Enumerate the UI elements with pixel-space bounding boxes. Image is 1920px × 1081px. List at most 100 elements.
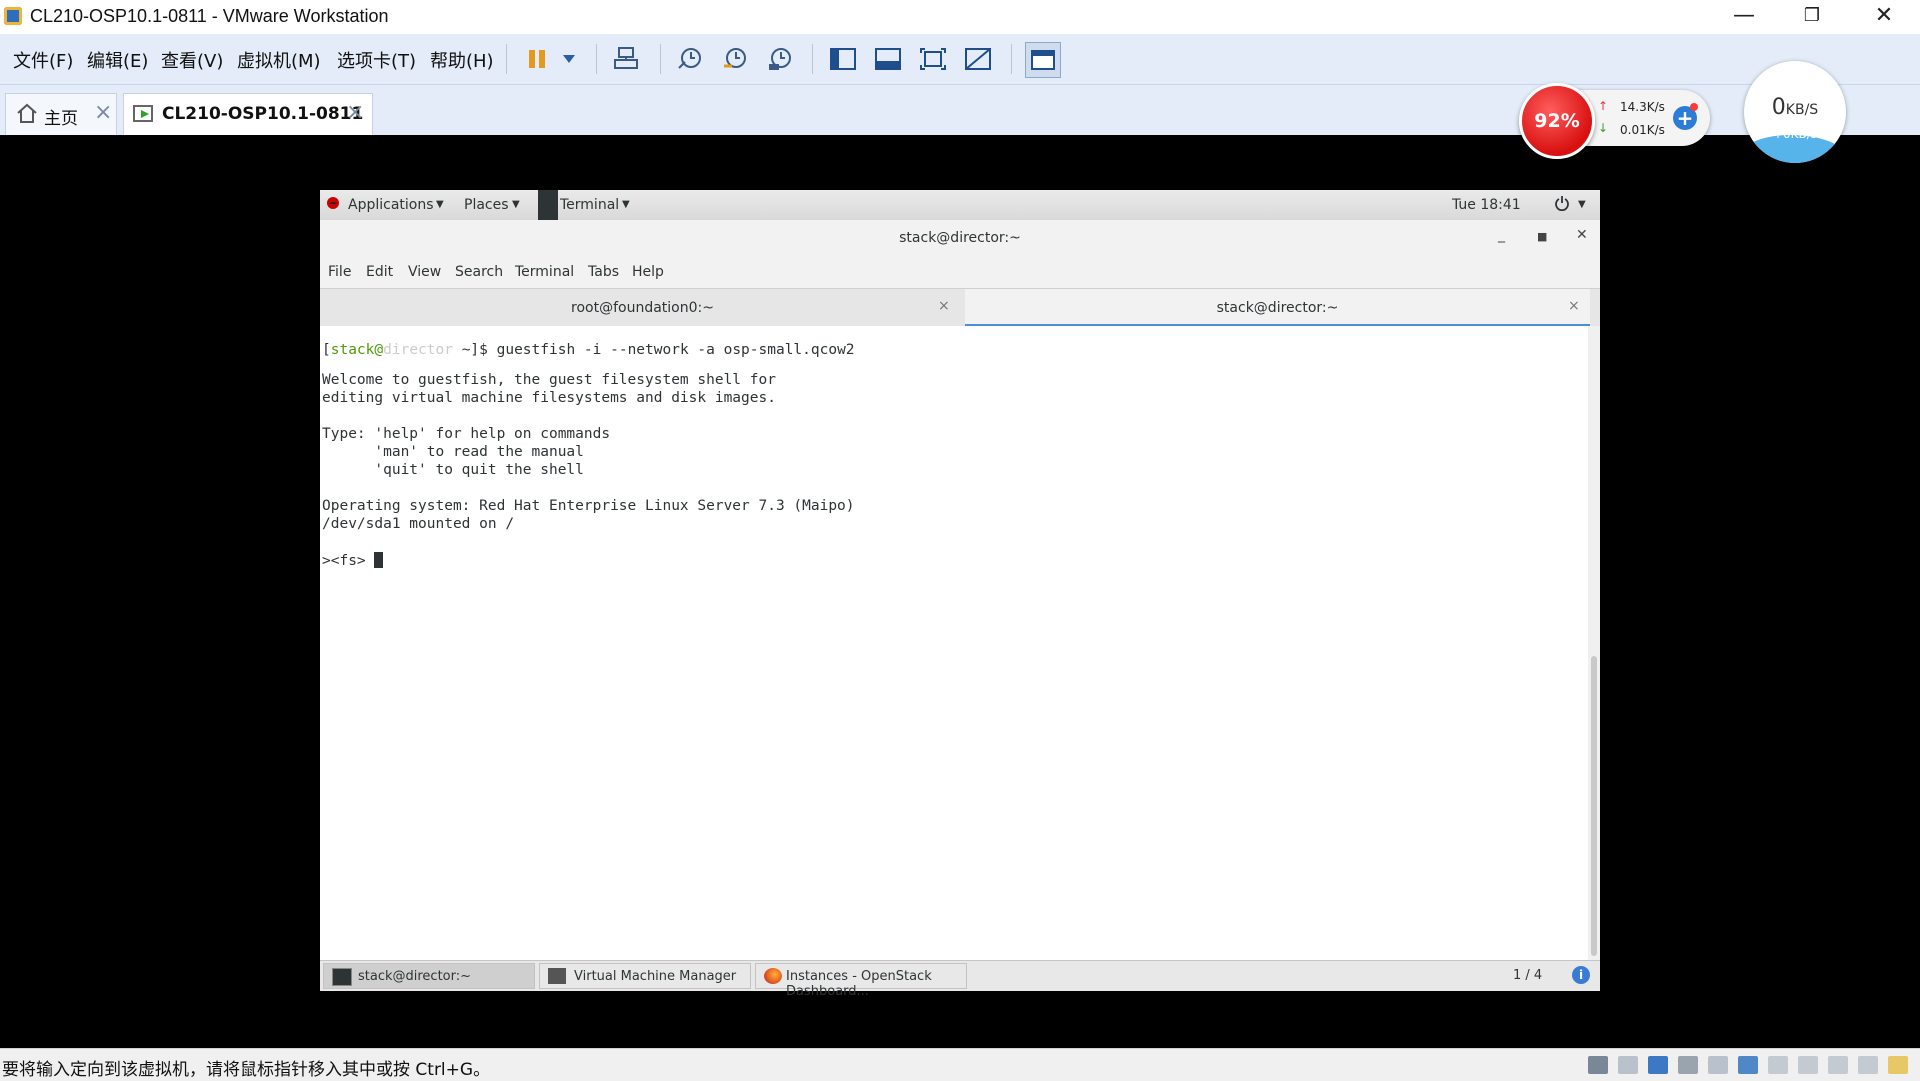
menu-view[interactable]: 查看(V) [161, 47, 223, 73]
terminal-menu-tabs[interactable]: Tabs [588, 264, 619, 280]
clock[interactable]: Tue 18:41 [1452, 197, 1521, 213]
toolbar-separator [812, 44, 813, 74]
serial-port-icon[interactable] [1828, 1056, 1848, 1074]
chevron-down-icon: ▼ [436, 199, 444, 210]
workspace-indicator[interactable]: 1 / 4 [1513, 968, 1542, 983]
taskbar-item-vmm[interactable]: Virtual Machine Manager [539, 963, 751, 989]
output-line: Welcome to guestfish, the guest filesyst… [322, 372, 776, 388]
terminal-title: stack@director:~ [899, 230, 1021, 246]
unity-icon[interactable] [961, 42, 995, 76]
terminal-menu-edit[interactable]: Edit [366, 264, 393, 280]
terminal-menu-view[interactable]: View [408, 264, 441, 280]
restore-button[interactable]: ❐ [1784, 0, 1840, 34]
home-icon [16, 102, 38, 128]
tab-home[interactable]: 主页 × [5, 93, 117, 135]
minimize-button[interactable]: — [1716, 0, 1772, 34]
terminal-tabbar: root@foundation0:~ × stack@director:~ × [320, 288, 1600, 328]
tab-stack-director[interactable]: stack@director:~ × [965, 289, 1590, 327]
menu-vm[interactable]: 虚拟机(M) [237, 47, 321, 73]
snapshot-icon[interactable] [673, 42, 707, 76]
terminal-menu-terminal[interactable]: Terminal [515, 264, 574, 280]
output-line: Type: 'help' for help on commands [322, 426, 611, 442]
output-line: Operating system: Red Hat Enterprise Lin… [322, 498, 855, 514]
tab-root-foundation-label: root@foundation0:~ [571, 300, 714, 316]
virtual-machine-manager-icon [548, 968, 566, 984]
tab-vm[interactable]: CL210-OSP10.1-0811 × [123, 93, 373, 135]
taskbar-item-terminal[interactable]: stack@director:~ [323, 963, 535, 989]
output-line: 'quit' to quit the shell [322, 462, 584, 478]
thumbnail-bar-icon[interactable] [871, 42, 905, 76]
menu-tabs[interactable]: 选项卡(T) [337, 47, 416, 73]
terminal-minimize-button[interactable]: _ [1498, 227, 1505, 243]
notification-info-icon[interactable]: i [1572, 966, 1590, 984]
terminal-menu-help[interactable]: Help [632, 264, 664, 280]
terminal-scrollbar[interactable] [1588, 326, 1600, 960]
printer-icon[interactable] [1708, 1056, 1728, 1074]
library-icon[interactable] [1025, 42, 1061, 78]
gnome-topbar: Applications ▼ Places ▼ Terminal ▼ Tue 1… [320, 190, 1600, 221]
parallel-port-icon[interactable] [1858, 1056, 1878, 1074]
terminal-app-icon [538, 190, 558, 220]
pause-icon[interactable] [520, 42, 554, 76]
terminal-titlebar: stack@director:~ _ ■ ✕ [320, 220, 1600, 257]
terminal-close-button[interactable]: ✕ [1576, 227, 1588, 243]
tab-home-label: 主页 [44, 109, 78, 129]
places-menu[interactable]: Places [464, 197, 509, 213]
terminal-icon [332, 968, 352, 986]
terminal-output[interactable]: [stack@director ~]$ guestfish -i --netwo… [320, 326, 1588, 960]
speed-main-value: 0KB/S [1771, 95, 1819, 120]
close-button[interactable]: ✕ [1856, 0, 1912, 34]
network-adapter-icon[interactable] [1648, 1056, 1668, 1074]
taskbar-item-firefox-label: Instances - OpenStack Dashboard... [786, 969, 932, 999]
toolbar-separator [506, 44, 507, 74]
output-line: editing virtual machine filesystems and … [322, 390, 776, 406]
memory-usage-badge[interactable]: 92% [1519, 83, 1595, 159]
cd-dvd-icon[interactable] [1618, 1056, 1638, 1074]
terminal-menubar: File Edit View Search Terminal Tabs Help [320, 256, 1600, 288]
applications-menu[interactable]: Applications [348, 197, 434, 213]
vmware-app-icon [4, 7, 22, 25]
speed-ball-widget[interactable]: 0KB/S +0KB/s [1744, 61, 1846, 163]
taskbar-item-firefox[interactable]: Instances - OpenStack Dashboard... [755, 963, 967, 999]
dropdown-icon[interactable] [552, 42, 586, 76]
usb-icon[interactable] [1678, 1056, 1698, 1074]
menubar: 文件(F) 编辑(E) 查看(V) 虚拟机(M) 选项卡(T) 帮助(H) [0, 34, 1920, 85]
terminal-maximize-button[interactable]: ■ [1537, 230, 1547, 243]
upload-speed: 14.3K/s [1620, 100, 1665, 114]
close-tab-icon[interactable]: × [1568, 298, 1580, 314]
terminal-menu-search[interactable]: Search [455, 264, 503, 280]
message-log-icon[interactable] [1888, 1056, 1908, 1074]
guest-desktop: Applications ▼ Places ▼ Terminal ▼ Tue 1… [320, 190, 1600, 999]
menu-file[interactable]: 文件(F) [13, 47, 73, 73]
output-line: 'man' to read the manual [322, 444, 584, 460]
command-line: [stack@director ~]$ guestfish -i --netwo… [322, 342, 855, 358]
window-titlebar: CL210-OSP10.1-0811 - VMware Workstation … [0, 0, 1920, 34]
terminal-menu-file[interactable]: File [328, 264, 351, 280]
fullscreen-icon[interactable] [916, 42, 950, 76]
revert-snapshot-icon[interactable] [718, 42, 752, 76]
download-arrow-icon: ↓ [1598, 121, 1609, 135]
close-tab-home-icon[interactable]: × [94, 100, 112, 125]
tab-stack-director-label: stack@director:~ [1216, 300, 1339, 316]
close-tab-icon[interactable]: × [938, 298, 950, 314]
console-view-icon[interactable] [826, 42, 860, 76]
scrollbar-thumb[interactable] [1591, 656, 1597, 956]
snapshot-manager-icon[interactable] [763, 42, 797, 76]
power-icon[interactable] [1554, 195, 1570, 215]
firefox-icon [764, 968, 782, 984]
gnome-taskbar: stack@director:~ Virtual Machine Manager… [320, 960, 1600, 999]
send-ctrl-alt-del-icon[interactable] [609, 42, 643, 76]
close-tab-vm-icon[interactable]: × [346, 100, 364, 125]
redhat-icon [326, 196, 340, 214]
floppy-icon[interactable] [1798, 1056, 1818, 1074]
menu-edit[interactable]: 编辑(E) [87, 47, 148, 73]
chevron-down-icon[interactable]: ▼ [1578, 199, 1586, 210]
chevron-down-icon: ▼ [512, 199, 520, 210]
display-icon[interactable] [1768, 1056, 1788, 1074]
sound-card-icon[interactable] [1738, 1056, 1758, 1074]
speed-sub-value: +0KB/s [1772, 127, 1818, 141]
tab-root-foundation[interactable]: root@foundation0:~ × [330, 289, 955, 327]
hard-disk-icon[interactable] [1588, 1056, 1608, 1074]
terminal-menu[interactable]: Terminal [560, 197, 619, 213]
menu-help[interactable]: 帮助(H) [430, 47, 494, 73]
